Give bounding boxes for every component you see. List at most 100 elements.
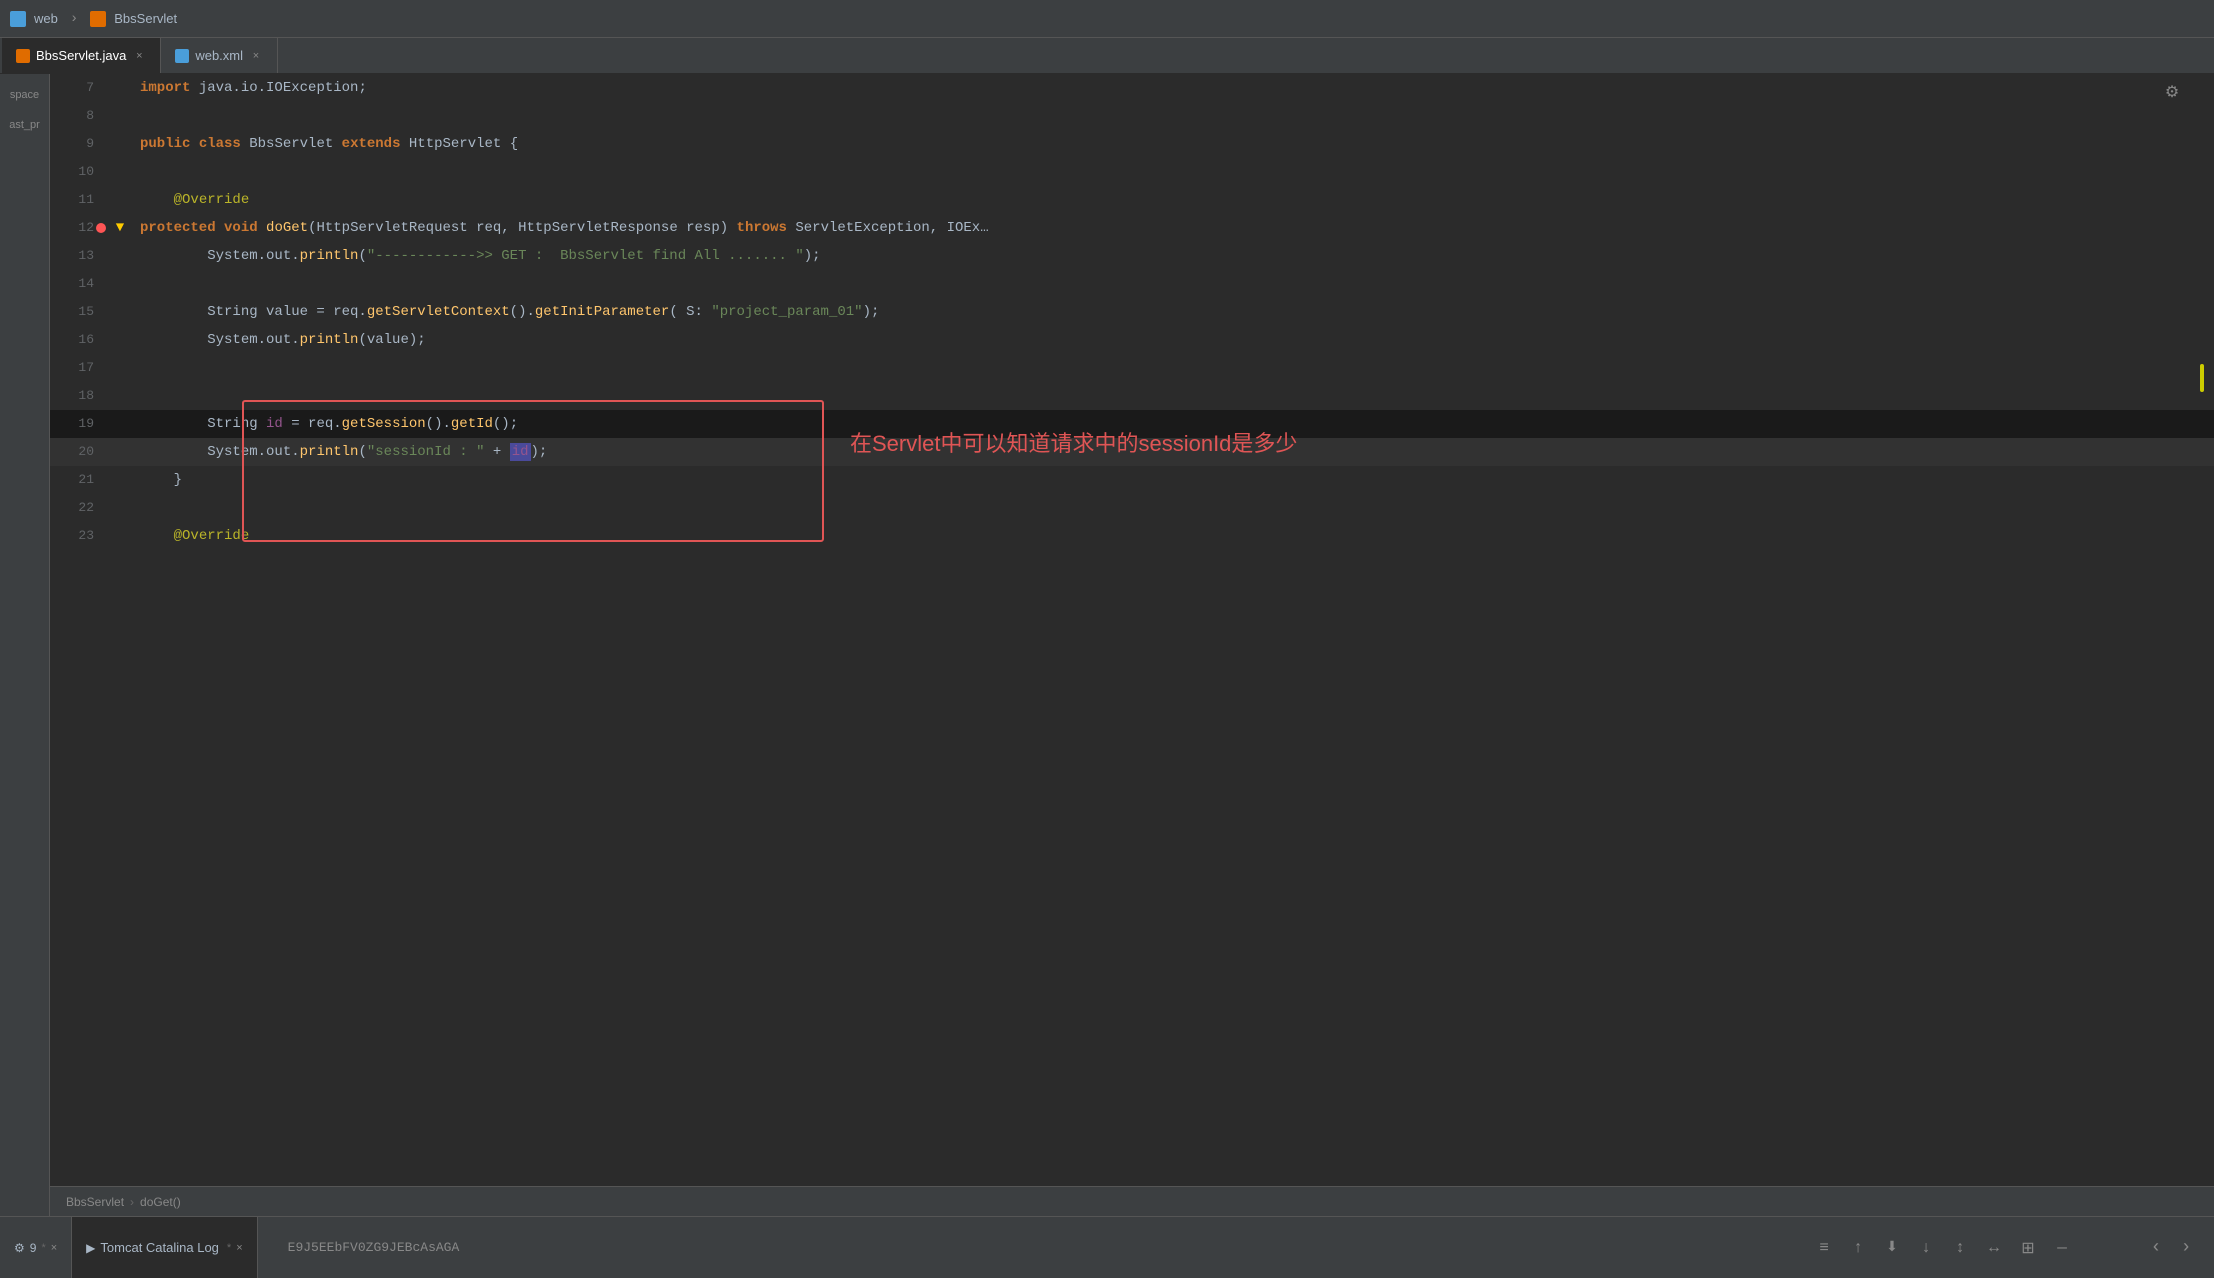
line-num-9: 9 <box>50 130 110 158</box>
line-num-15: 15 <box>50 298 110 326</box>
line-num-22: 22 <box>50 494 110 522</box>
tab-webxml-close[interactable]: × <box>249 49 263 63</box>
toolbar-btn-up[interactable]: ↑ <box>1844 1234 1872 1262</box>
sidebar: space ast_pr <box>0 74 50 1216</box>
bottom-tab-9-close[interactable]: × <box>51 1242 57 1254</box>
table-row: 17 <box>50 354 2214 382</box>
code-line-15: String value = req.getServletContext().g… <box>130 298 2214 326</box>
table-row: 9 public class BbsServlet extends HttpSe… <box>50 130 2214 158</box>
table-row: 7 import java.io.IOException; <box>50 74 2214 102</box>
code-line-22 <box>130 494 2214 522</box>
gutter-22 <box>110 494 130 522</box>
bottom-tab-tomcat[interactable]: ▶ Tomcat Catalina Log * × <box>72 1217 257 1278</box>
toolbar-btn-dash[interactable]: — <box>2048 1234 2076 1262</box>
table-row: 18 <box>50 382 2214 410</box>
gutter-11 <box>110 186 130 214</box>
bc-separator: › <box>130 1195 134 1209</box>
table-row: 12 ▼ protected void doGet(HttpServletReq… <box>50 214 2214 242</box>
toolbar-btn-menu[interactable]: ≡ <box>1810 1234 1838 1262</box>
right-marker <box>2200 364 2204 392</box>
tab-bbsservlet-label: BbsServlet.java <box>36 48 126 63</box>
code-line-18 <box>130 382 2214 410</box>
bottom-tab-9-icon: ⚙ <box>14 1241 25 1255</box>
table-row: 16 System.out.println(value); <box>50 326 2214 354</box>
code-table: 7 import java.io.IOException; 8 9 <box>50 74 2214 550</box>
tab-bbsservlet-close[interactable]: × <box>132 49 146 63</box>
bottom-tab-9-pin: * <box>41 1242 45 1254</box>
line-num-16: 16 <box>50 326 110 354</box>
line-num-21: 21 <box>50 466 110 494</box>
line-num-18: 18 <box>50 382 110 410</box>
bottom-tab-tomcat-icon: ▶ <box>86 1241 95 1255</box>
table-row: 23 @Override <box>50 522 2214 550</box>
code-line-11: @Override <box>130 186 2214 214</box>
line-num-20: 20 <box>50 438 110 466</box>
gutter-20 <box>110 438 130 466</box>
java-icon <box>90 11 106 27</box>
tab-webxml[interactable]: web.xml × <box>161 38 278 73</box>
keyword: import <box>140 80 190 96</box>
code-line-14 <box>130 270 2214 298</box>
gutter-21 <box>110 466 130 494</box>
gutter-13 <box>110 242 130 270</box>
table-row: 11 @Override <box>50 186 2214 214</box>
breadcrumb-method: doGet() <box>140 1195 181 1209</box>
line-num-23: 23 <box>50 522 110 550</box>
tab-xml-icon <box>175 49 189 63</box>
line-num-11: 11 <box>50 186 110 214</box>
tab-bar: BbsServlet.java × web.xml × <box>0 38 2214 74</box>
line-num-7: 7 <box>50 74 110 102</box>
table-row: 8 <box>50 102 2214 130</box>
title-bar: web › BbsServlet <box>0 0 2214 38</box>
toolbar-btn-down-dl[interactable]: ⬇ <box>1878 1234 1906 1262</box>
table-row: 21 } <box>50 466 2214 494</box>
scroll-left-btn[interactable]: ‹ <box>2142 1234 2170 1262</box>
code-line-21: } <box>130 466 2214 494</box>
table-row: 15 String value = req.getServletContext(… <box>50 298 2214 326</box>
line-num-17: 17 <box>50 354 110 382</box>
gutter-9 <box>110 130 130 158</box>
gutter-7 <box>110 74 130 102</box>
main-layout: space ast_pr 7 import java.io.IOExceptio… <box>0 74 2214 1216</box>
breadcrumb-web: web <box>34 11 58 26</box>
code-scroll[interactable]: 7 import java.io.IOException; 8 9 <box>50 74 2214 1186</box>
callout-text: 在Servlet中可以知道请求中的sessionId是多少 <box>850 426 1297 458</box>
breakpoint-icon <box>96 223 106 233</box>
web-icon <box>10 11 26 27</box>
code-line-8 <box>130 102 2214 130</box>
bottom-panel: ⚙ 9 * × ▶ Tomcat Catalina Log * × E9J5EE… <box>0 1216 2214 1278</box>
gutter-23 <box>110 522 130 550</box>
bottom-tab-tomcat-close[interactable]: × <box>236 1242 242 1254</box>
code-line-12: protected void doGet(HttpServletRequest … <box>130 214 2214 242</box>
code-line-17 <box>130 354 2214 382</box>
toolbar-btn-updown[interactable]: ↕ <box>1946 1234 1974 1262</box>
line-num-8: 8 <box>50 102 110 130</box>
gutter-18 <box>110 382 130 410</box>
bottom-toolbar: ≡ ↑ ⬇ ↓ ↕ ↔ ⊞ — ‹ › <box>1796 1234 2214 1262</box>
code-line-7: import java.io.IOException; <box>130 74 2214 102</box>
code-line-23: @Override <box>130 522 2214 550</box>
bottom-tab-9[interactable]: ⚙ 9 * × <box>0 1217 72 1278</box>
line-num-19: 19 <box>50 410 110 438</box>
settings-icon[interactable]: ⚙ <box>2160 80 2184 104</box>
table-row: 10 <box>50 158 2214 186</box>
code-line-13: System.out.println("------------>> GET :… <box>130 242 2214 270</box>
line-num-13: 13 <box>50 242 110 270</box>
code-line-9: public class BbsServlet extends HttpServ… <box>130 130 2214 158</box>
toolbar-btn-leftright[interactable]: ↔ <box>1980 1234 2008 1262</box>
code-line-10 <box>130 158 2214 186</box>
bottom-tab-9-label: 9 <box>30 1241 37 1255</box>
breadcrumb-footer: BbsServlet › doGet() <box>50 1186 2214 1216</box>
breadcrumb-class: BbsServlet <box>66 1195 124 1209</box>
bottom-tab-tomcat-pin: * <box>227 1242 231 1254</box>
gutter-10 <box>110 158 130 186</box>
toolbar-btn-grid[interactable]: ⊞ <box>2014 1234 2042 1262</box>
toolbar-btn-down2[interactable]: ↓ <box>1912 1234 1940 1262</box>
scroll-controls: ‹ › <box>2142 1234 2200 1262</box>
scroll-right-btn[interactable]: › <box>2172 1234 2200 1262</box>
tab-bbsservlet[interactable]: BbsServlet.java × <box>2 38 161 73</box>
line-num-12: 12 <box>50 214 110 242</box>
gutter-19 <box>110 410 130 438</box>
table-row: 13 System.out.println("------------>> GE… <box>50 242 2214 270</box>
sidebar-item-ast: ast_pr <box>7 112 43 138</box>
